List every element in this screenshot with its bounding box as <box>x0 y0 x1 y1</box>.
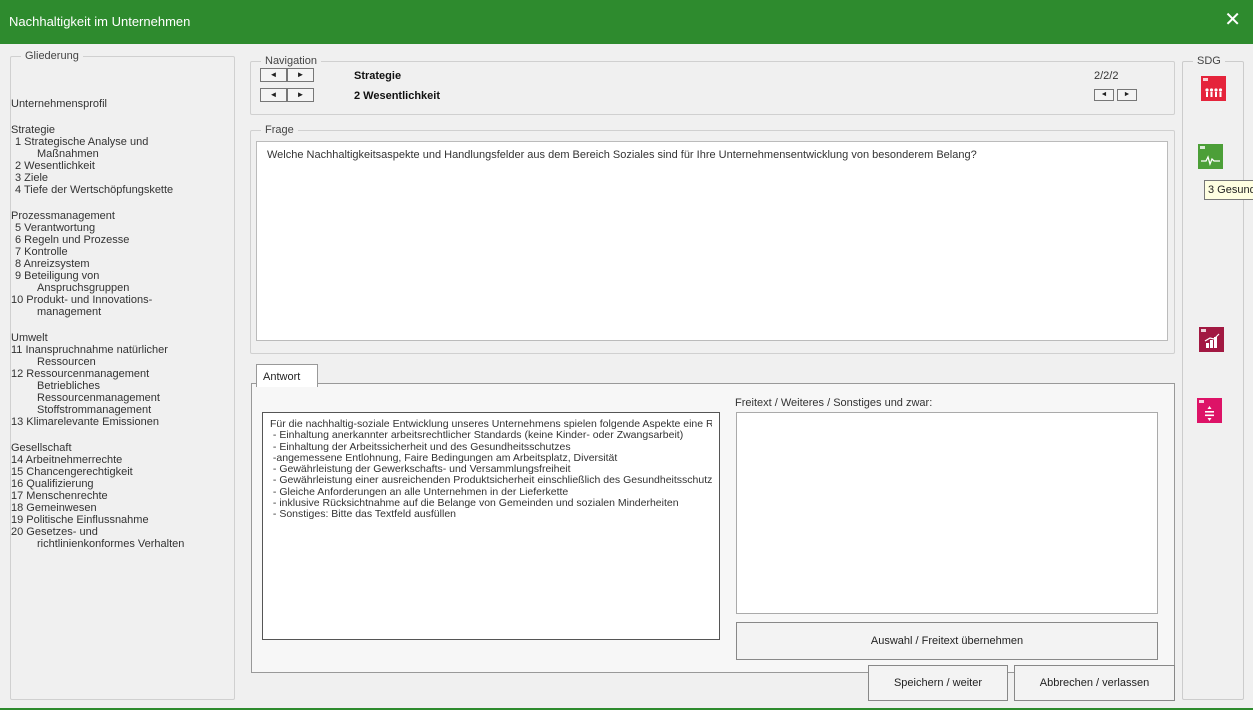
window-title: Nachhaltigkeit im Unternehmen <box>9 14 191 29</box>
tab-antwort[interactable]: Antwort <box>256 364 318 387</box>
freitext-input[interactable] <box>736 412 1158 614</box>
outline-item[interactable]: 15 Chancengerechtigkeit <box>11 466 233 478</box>
outline-item[interactable]: Umwelt <box>11 332 233 344</box>
nav-category-label: Strategie <box>354 70 402 82</box>
answer-option[interactable]: - Gewährleistung der Gewerkschafts- und … <box>270 464 712 475</box>
outline-item[interactable]: 13 Klimarelevante Emissionen <box>11 416 233 428</box>
outline-tree: Unternehmensprofil Strategie 1 Strategisch… <box>11 92 233 550</box>
outline-item[interactable]: Prozessmanagement <box>11 210 233 222</box>
outline-item[interactable]: Betriebliches <box>11 380 233 392</box>
answer-option[interactable]: - Einhaltung der Arbeitssicherheit und d… <box>270 442 712 453</box>
outline-item[interactable]: 11 Inanspruchnahme natürlicher <box>11 344 233 356</box>
sdg-3-good-health-icon[interactable] <box>1198 144 1223 169</box>
outline-section: Gesellschaft 14 Arbeitnehmerrechte 15 Chan… <box>11 442 233 550</box>
outline-item[interactable]: richtlinienkonformes Verhalten <box>11 538 233 550</box>
sdg-1-no-poverty-icon[interactable] <box>1201 76 1226 101</box>
outline-section: Strategie 1 Strategische Analyse und Maßna… <box>11 124 233 196</box>
answer-option[interactable]: - inklusive Rücksichtnahme auf die Belan… <box>270 498 712 509</box>
outline-item[interactable]: Anspruchsgruppen <box>11 282 233 294</box>
outline-item[interactable]: 6 Regeln und Prozesse <box>11 234 233 246</box>
outline-item[interactable]: 18 Gemeinwesen <box>11 502 233 514</box>
question-text: Welche Nachhaltigkeitsaspekte und Handlu… <box>256 141 1168 341</box>
navigation-legend: Navigation <box>265 55 317 67</box>
nav-row1-next-button[interactable]: ► <box>287 68 314 82</box>
outline-item[interactable]: 7 Kontrolle <box>11 246 233 258</box>
window-bottom-border <box>0 708 1253 710</box>
outline-item[interactable]: Gesellschaft <box>11 442 233 454</box>
sdg-8-decent-work-icon[interactable] <box>1199 327 1224 352</box>
outline-legend: Gliederung <box>25 50 79 62</box>
answer-option[interactable]: - Gewährleistung einer ausreichenden Pro… <box>270 475 712 486</box>
outline-item[interactable]: 2 Wesentlichkeit <box>11 160 233 172</box>
nav-row2-prev-button[interactable]: ◄ <box>260 88 287 102</box>
navigation-group: Navigation <box>250 55 1175 115</box>
outline-item[interactable]: Ressourcenmanagement <box>11 392 233 404</box>
nav-topic-label: 2 Wesentlichkeit <box>354 90 440 102</box>
outline-item[interactable]: 17 Menschenrechte <box>11 490 233 502</box>
nav-row2-next-button[interactable]: ► <box>287 88 314 102</box>
outline-item[interactable]: 10 Produkt- und Innovations- <box>11 294 233 306</box>
outline-section: Unternehmensprofil <box>11 98 233 110</box>
outline-item[interactable]: 3 Ziele <box>11 172 233 184</box>
outline-item[interactable]: 9 Beteiligung von <box>11 270 233 282</box>
save-next-button[interactable]: Speichern / weiter <box>868 665 1008 701</box>
outline-item[interactable]: 20 Gesetzes- und <box>11 526 233 538</box>
window-titlebar: Nachhaltigkeit im Unternehmen ✕ <box>0 0 1253 44</box>
answer-option[interactable]: - Gleiche Anforderungen an alle Unterneh… <box>270 487 712 498</box>
page-counter: 2/2/2 <box>1094 70 1119 82</box>
outline-item[interactable]: 12 Ressourcenmanagement <box>11 368 233 380</box>
outline-item[interactable]: 1 Strategische Analyse und <box>11 136 233 148</box>
sdg-10-reduced-inequalities-icon[interactable] <box>1197 398 1222 423</box>
outline-section: Prozessmanagement 5 Verantwortung 6 Regeln… <box>11 210 233 318</box>
sdg-tooltip: 3 Gesundheit und Wohlergehen <box>1204 180 1253 200</box>
outline-group: Gliederung Unternehmensprofil Strategie 1 … <box>10 50 235 700</box>
page-next-button[interactable]: ► <box>1117 89 1137 101</box>
page-prev-button[interactable]: ◄ <box>1094 89 1114 101</box>
answer-option[interactable]: -angemessene Entlohnung, Faire Bedingung… <box>270 453 712 464</box>
outline-item[interactable]: management <box>11 306 233 318</box>
outline-item[interactable]: 14 Arbeitnehmerrechte <box>11 454 233 466</box>
nav-row1-prev-button[interactable]: ◄ <box>260 68 287 82</box>
outline-section: Umwelt 11 Inanspruchnahme natürlicher Ress… <box>11 332 233 428</box>
outline-item[interactable]: 8 Anreizsystem <box>11 258 233 270</box>
outline-item[interactable]: Maßnahmen <box>11 148 233 160</box>
outline-item[interactable]: 16 Qualifizierung <box>11 478 233 490</box>
outline-item[interactable]: 4 Tiefe der Wertschöpfungskette <box>11 184 233 196</box>
freitext-label: Freitext / Weiteres / Sonstiges und zwar… <box>735 397 933 409</box>
answer-option[interactable]: - Sonstiges: Bitte das Textfeld ausfülle… <box>270 509 712 520</box>
outline-item[interactable]: 5 Verantwortung <box>11 222 233 234</box>
outline-item[interactable]: Strategie <box>11 124 233 136</box>
answer-option[interactable]: Für die nachhaltig-soziale Entwicklung u… <box>270 419 712 430</box>
sdg-legend: SDG <box>1197 55 1221 67</box>
answer-options-list[interactable]: Für die nachhaltig-soziale Entwicklung u… <box>262 412 720 640</box>
outline-item[interactable]: 19 Politische Einflussnahme <box>11 514 233 526</box>
answer-option[interactable]: - Einhaltung anerkannter arbeitsrechtlic… <box>270 430 712 441</box>
close-icon[interactable]: ✕ <box>1224 10 1241 30</box>
question-legend: Frage <box>265 124 294 136</box>
outline-item[interactable]: Ressourcen <box>11 356 233 368</box>
outline-item[interactable]: Stoffstrommanagement <box>11 404 233 416</box>
cancel-exit-button[interactable]: Abbrechen / verlassen <box>1014 665 1175 701</box>
outline-item[interactable]: Unternehmensprofil <box>11 98 233 110</box>
apply-selection-button[interactable]: Auswahl / Freitext übernehmen <box>736 622 1158 660</box>
